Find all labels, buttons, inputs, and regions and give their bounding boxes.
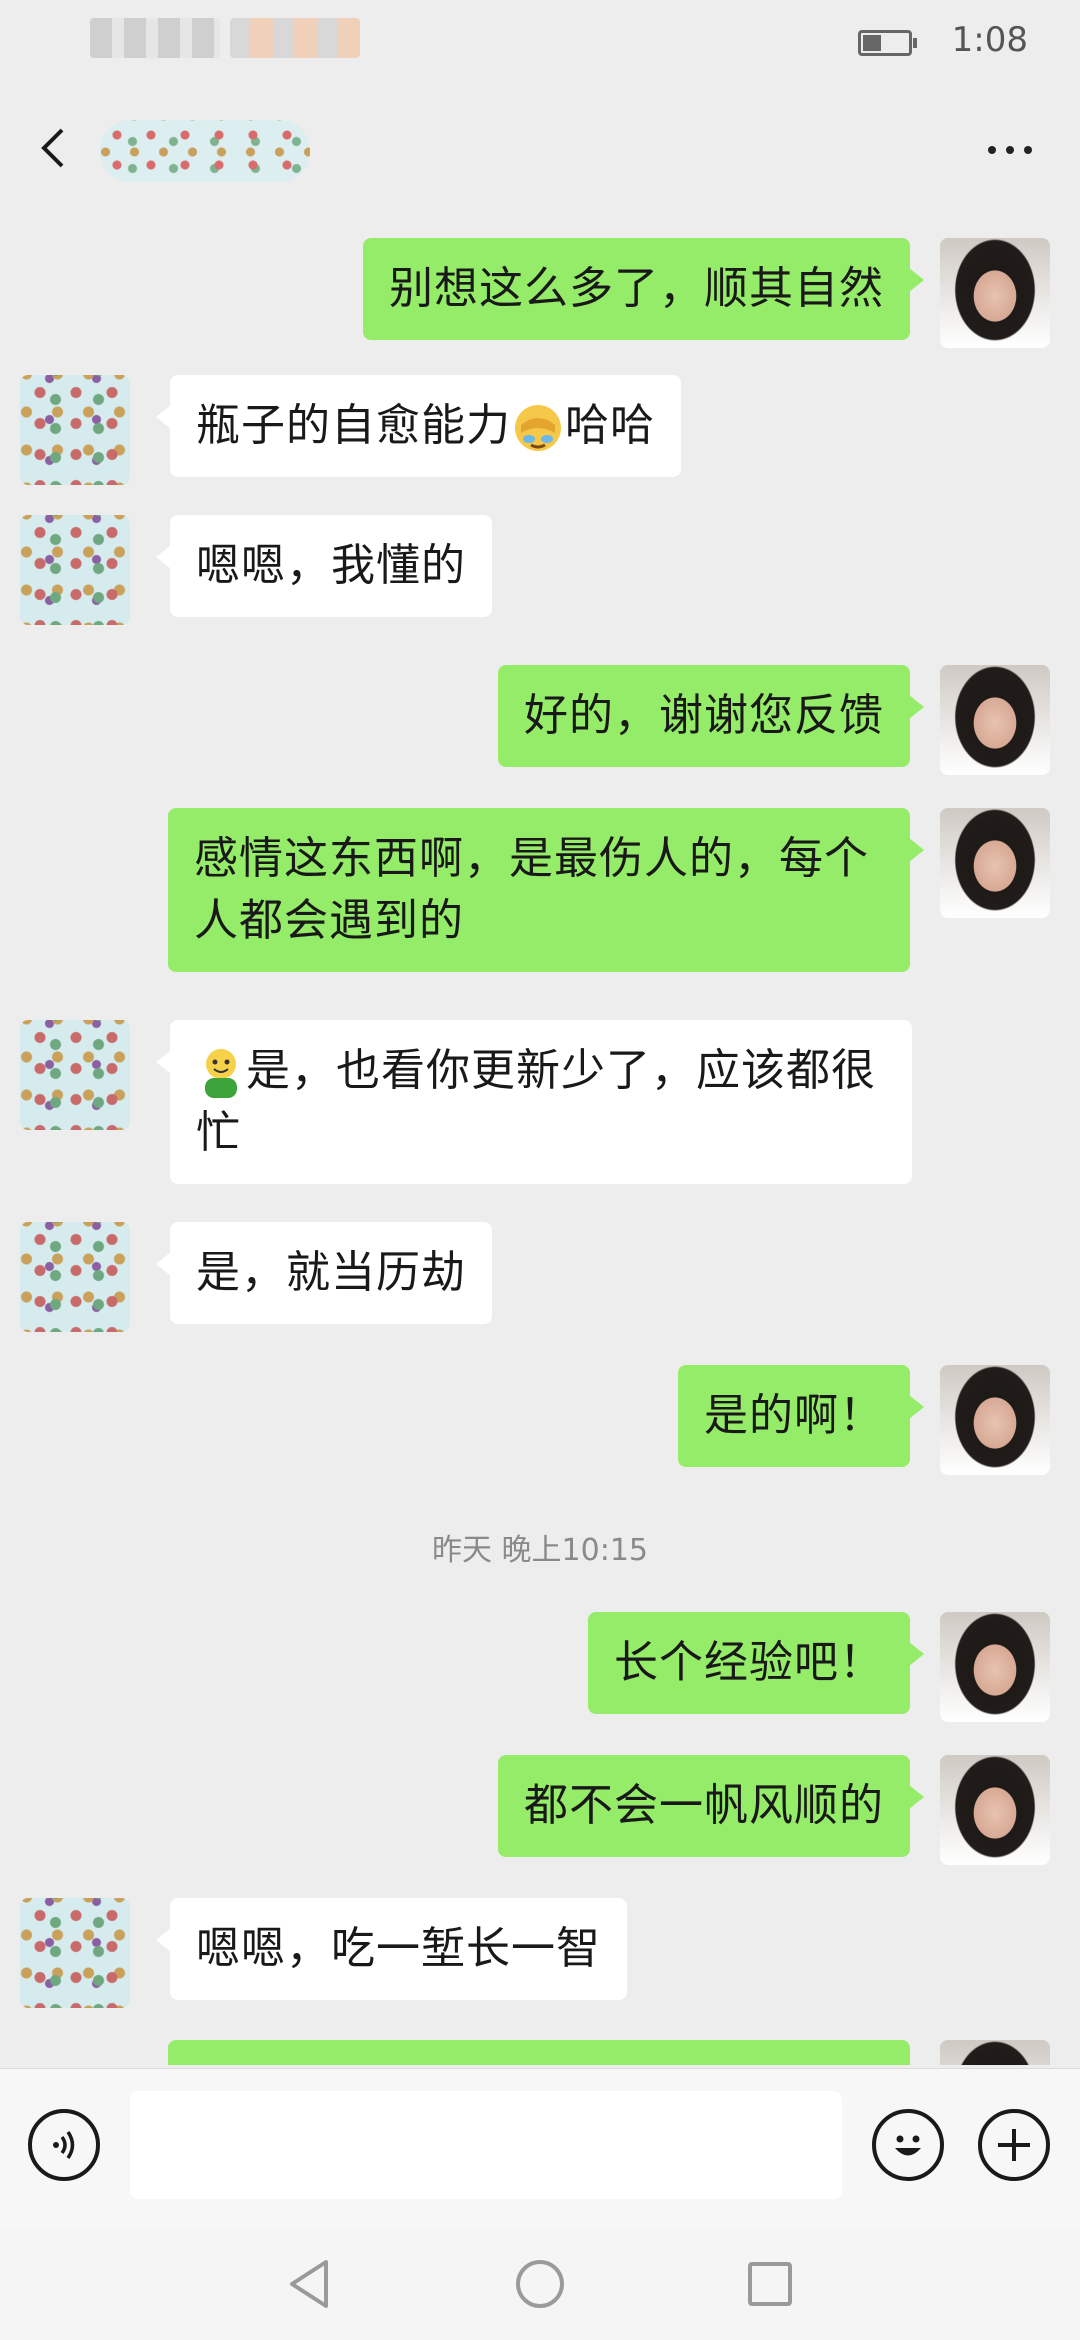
system-back-button[interactable] — [282, 2256, 338, 2312]
status-time: 1:08 — [951, 20, 1028, 60]
message-bubble-sent[interactable]: 都不会一帆风顺的 — [498, 1755, 924, 1857]
voice-icon — [53, 2131, 75, 2159]
more-options-button[interactable] — [980, 130, 1040, 170]
triangle-back-icon — [290, 2260, 328, 2308]
my-avatar[interactable] — [940, 1365, 1050, 1475]
message-list[interactable]: 别想这么多了，顺其自然 瓶子的自愈能力 哈哈 嗯嗯，我懂的 好的，谢谢您反馈 感情… — [0, 210, 1080, 2065]
voice-input-button[interactable] — [28, 2109, 100, 2181]
square-recents-icon — [748, 2262, 792, 2306]
system-home-button[interactable] — [512, 2256, 568, 2312]
my-avatar[interactable] — [940, 1755, 1050, 1865]
my-avatar[interactable] — [940, 808, 1050, 918]
message-bubble-sent[interactable]: 是的啊！ — [678, 1365, 924, 1467]
green-smiley-emoji-icon — [205, 1049, 237, 1098]
contact-avatar[interactable] — [20, 1898, 130, 2008]
my-avatar[interactable] — [940, 665, 1050, 775]
chevron-left-icon — [41, 128, 64, 168]
message-bubble-received[interactable]: 是，就当历劫 — [156, 1222, 492, 1324]
back-button[interactable] — [30, 122, 82, 174]
message-bubble-sent[interactable]: 长个经验吧！ — [588, 1612, 924, 1714]
message-bubble-received[interactable]: 瓶子的自愈能力 哈哈 — [156, 375, 681, 477]
contact-avatar[interactable] — [20, 1020, 130, 1130]
circle-home-icon — [516, 2260, 564, 2308]
contact-avatar[interactable] — [20, 1222, 130, 1332]
message-input-bar — [0, 2068, 1080, 2229]
contact-name-redacted — [100, 120, 310, 182]
facepalm-cry-emoji-icon — [515, 405, 561, 451]
contact-avatar[interactable] — [20, 375, 130, 485]
blurred-notification-icons — [90, 18, 220, 58]
my-avatar[interactable] — [940, 238, 1050, 348]
chat-header — [0, 90, 1080, 210]
more-dots-icon — [988, 146, 996, 154]
message-bubble-sent-partial[interactable] — [168, 2040, 910, 2065]
message-bubble-sent[interactable]: 感情这东西啊，是最伤人的，每个 人都会遇到的 — [168, 808, 924, 972]
contact-avatar[interactable] — [20, 515, 130, 625]
emoji-button[interactable] — [872, 2109, 944, 2181]
my-avatar[interactable] — [940, 2040, 1050, 2065]
message-bubble-received[interactable]: 是，也看你更新少了，应该都很忙 — [156, 1020, 912, 1184]
battery-icon — [858, 30, 917, 56]
message-bubble-received[interactable]: 嗯嗯，我懂的 — [156, 515, 492, 617]
message-text-input[interactable] — [130, 2091, 842, 2199]
message-bubble-sent[interactable]: 好的，谢谢您反馈 — [498, 665, 924, 767]
system-navigation-bar — [0, 2228, 1080, 2340]
smiley-icon — [895, 2135, 921, 2156]
message-timestamp: 昨天 晚上10:15 — [432, 1533, 648, 1568]
status-bar: 1:08 — [0, 0, 1080, 90]
plus-icon — [998, 2129, 1030, 2161]
message-bubble-received[interactable]: 嗯嗯，吃一堑长一智 — [156, 1898, 627, 2000]
blurred-notification-icons — [230, 18, 360, 58]
my-avatar[interactable] — [940, 1612, 1050, 1722]
message-bubble-sent[interactable]: 别想这么多了，顺其自然 — [363, 238, 924, 340]
system-recents-button[interactable] — [742, 2256, 798, 2312]
more-features-button[interactable] — [978, 2109, 1050, 2181]
